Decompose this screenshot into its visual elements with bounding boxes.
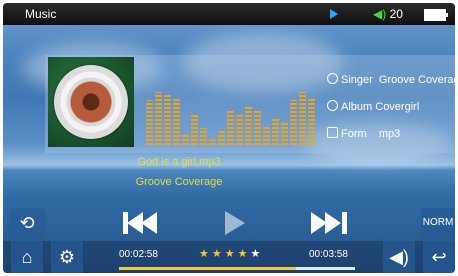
album-value: Covergirl: [375, 101, 420, 113]
album-label: Album: [341, 101, 373, 113]
repeat-button[interactable]: ⟲: [9, 208, 45, 238]
album-row: Album Covergirl: [327, 100, 419, 113]
speaker-small-icon: ◀): [373, 7, 387, 21]
app-title: Music: [25, 7, 57, 21]
eq-bar: [227, 111, 234, 145]
eq-bar: [218, 131, 225, 145]
repeat-icon: ⟲: [19, 213, 35, 233]
eq-bar: [299, 92, 306, 145]
volume-level: 20: [389, 7, 403, 21]
album-art: [48, 57, 134, 147]
song-artist: Groove Coverage: [135, 176, 223, 188]
singer-label: Singer: [341, 74, 373, 86]
equalizer-visualizer: [146, 89, 322, 145]
progress-fill: [119, 267, 296, 270]
form-row: Form mp3: [327, 127, 400, 140]
bluetooth-icon: [330, 9, 338, 19]
singer-value: Groove Coverage: [378, 74, 455, 86]
speaker-icon: ◀): [389, 247, 409, 267]
music-player-screen: Music ◀) 20 Singer Groove Coverage Album…: [3, 3, 455, 273]
star-icon[interactable]: ★: [212, 248, 225, 260]
home-icon: ⌂: [21, 247, 33, 267]
back-button[interactable]: ↩: [423, 241, 455, 273]
eq-bar: [182, 134, 189, 145]
settings-button[interactable]: ⚙: [51, 241, 83, 273]
play-button[interactable]: [223, 209, 253, 237]
song-filename: God is a girl.mp3: [137, 156, 221, 168]
star-icon[interactable]: ★: [251, 248, 264, 260]
disc-icon: [327, 100, 338, 111]
eq-bar: [281, 123, 288, 145]
star-icon[interactable]: ★: [225, 248, 238, 260]
eq-bar: [146, 100, 153, 145]
progress-bar[interactable]: [119, 267, 355, 270]
file-format-icon: [327, 127, 338, 138]
eq-bar: [236, 114, 243, 145]
volume-button[interactable]: ◀): [383, 241, 415, 273]
singer-row: Singer Groove Coverage: [327, 73, 455, 86]
previous-button[interactable]: [121, 210, 165, 236]
battery-icon: [424, 9, 448, 21]
status-bar: Music ◀) 20: [3, 3, 455, 25]
eq-bar: [200, 128, 207, 145]
eq-bar: [254, 109, 261, 145]
eq-bar: [191, 114, 198, 145]
volume-indicator: ◀) 20: [373, 7, 403, 21]
gear-icon: ⚙: [58, 247, 76, 267]
eq-bar: [245, 106, 252, 145]
total-time: 00:03:58: [309, 249, 348, 260]
back-icon: ↩: [431, 247, 447, 267]
eq-bar: [173, 97, 180, 145]
home-button[interactable]: ⌂: [11, 241, 43, 273]
eq-mode-button[interactable]: NORM: [421, 208, 455, 238]
eq-bar: [263, 125, 270, 145]
eq-bar: [164, 95, 171, 145]
eq-bar: [155, 92, 162, 145]
person-icon: [327, 73, 338, 84]
cd-disc-icon: [54, 65, 128, 139]
eq-bar: [308, 97, 315, 145]
rating-stars[interactable]: ★★★★★: [199, 247, 263, 260]
eq-bar: [272, 117, 279, 145]
star-icon[interactable]: ★: [199, 248, 212, 260]
star-icon[interactable]: ★: [238, 248, 251, 260]
eq-bar: [290, 100, 297, 145]
elapsed-time: 00:02:58: [119, 249, 158, 260]
form-label: Form: [341, 128, 367, 140]
play-icon: [225, 211, 245, 235]
form-value: mp3: [378, 128, 401, 140]
next-button[interactable]: [309, 210, 353, 236]
eq-bar: [209, 137, 216, 145]
